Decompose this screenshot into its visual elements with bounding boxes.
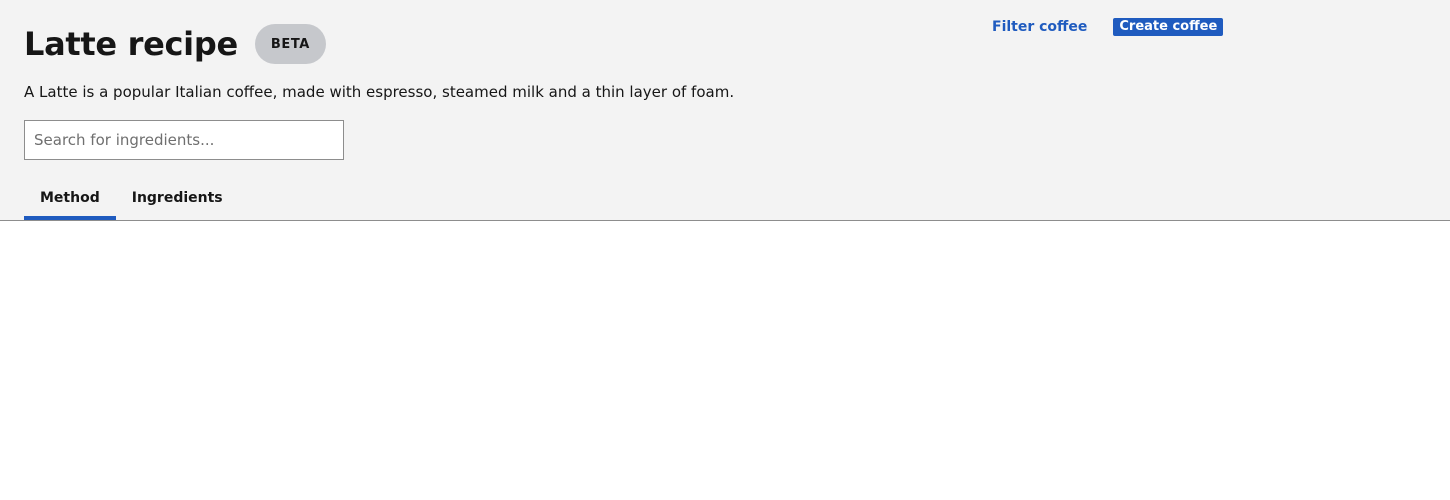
title-row: Latte recipe BETA [24,24,326,64]
page-header: Latte recipe BETA Filter coffee Create c… [0,0,1450,221]
page-description: A Latte is a popular Italian coffee, mad… [24,83,735,101]
page-title: Latte recipe [24,25,238,63]
filter-coffee-link[interactable]: Filter coffee [992,18,1087,36]
tab-list: Method Ingredients [24,176,239,220]
beta-badge: BETA [254,24,326,64]
ingredient-search-input[interactable] [24,120,344,160]
create-coffee-button[interactable]: Create coffee [1113,18,1224,36]
tab-method[interactable]: Method [24,176,116,220]
header-actions: Filter coffee Create coffee [992,18,1224,36]
tab-ingredients[interactable]: Ingredients [116,176,239,220]
tab-content-panel [0,221,1450,500]
